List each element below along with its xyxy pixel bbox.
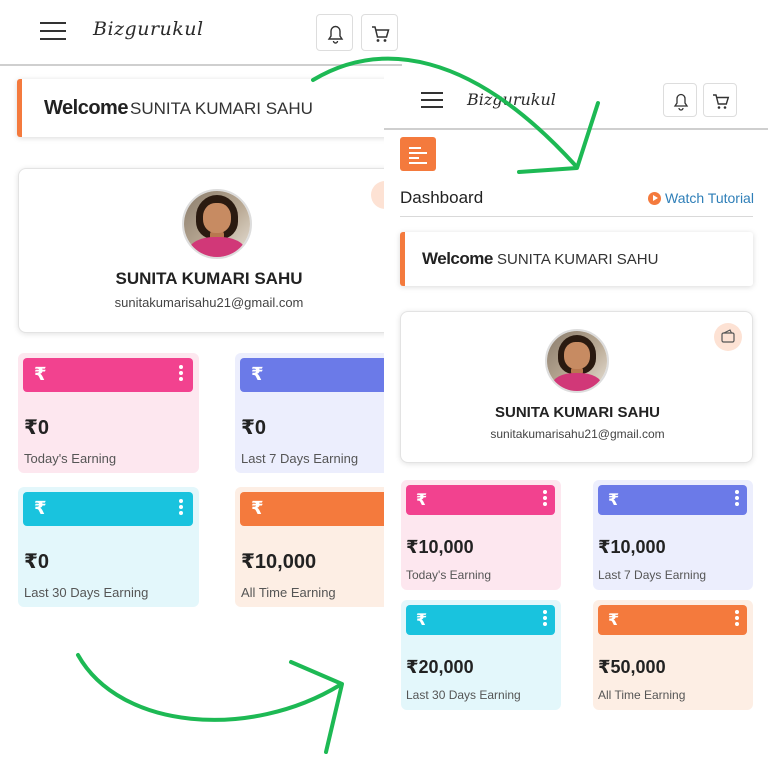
profile-name: SUNITA KUMARI SAHU <box>115 269 303 288</box>
page-title: Dashboard <box>400 188 484 207</box>
earning-amount: ₹0 <box>241 417 267 439</box>
rupee-icon: ₹ <box>416 492 428 509</box>
card-header: ₹ <box>598 485 747 515</box>
card-header: ₹ <box>240 492 402 526</box>
card-all-time-earning: ₹ ₹50,000 All Time Earning <box>593 600 753 710</box>
watch-tutorial-label: Watch Tutorial <box>665 190 754 206</box>
rupee-icon: ₹ <box>34 364 47 384</box>
more-options-icon[interactable] <box>543 490 547 508</box>
more-options-icon[interactable] <box>735 490 739 508</box>
earning-amount: ₹0 <box>24 417 50 439</box>
rupee-icon: ₹ <box>416 612 428 629</box>
bell-icon[interactable] <box>663 83 697 117</box>
rupee-icon: ₹ <box>251 498 264 518</box>
more-options-icon[interactable] <box>543 610 547 628</box>
brand-logo[interactable]: Bizgurukul <box>93 18 204 40</box>
card-header: ₹ <box>406 605 555 635</box>
earning-amount: ₹50,000 <box>598 657 666 677</box>
cart-icon[interactable] <box>361 14 398 51</box>
hamburger-menu-icon[interactable] <box>40 22 66 42</box>
card-header: ₹ <box>23 358 193 392</box>
card-last-7-days-earning: ₹ ₹0 Last 7 Days Earning <box>235 353 402 473</box>
profile-email: sunitakumarisahu21@gmail.com <box>490 427 665 441</box>
welcome-prefix: Welcome <box>44 97 128 119</box>
card-header: ₹ <box>23 492 193 526</box>
card-todays-earning: ₹ ₹10,000 Today's Earning <box>401 480 561 590</box>
brand-logo[interactable]: Bizgurukul <box>467 90 556 109</box>
profile-email: sunitakumarisahu21@gmail.com <box>114 295 304 310</box>
earning-amount: ₹10,000 <box>406 537 474 557</box>
welcome-banner: Welcome SUNITA KUMARI SAHU <box>400 232 753 286</box>
rupee-icon: ₹ <box>608 612 620 629</box>
welcome-banner: Welcome SUNITA KUMARI SAHU <box>17 79 402 137</box>
more-options-icon[interactable] <box>179 365 183 383</box>
card-last-30-days-earning: ₹ ₹0 Last 30 Days Earning <box>18 487 199 607</box>
card-todays-earning: ₹ ₹0 Today's Earning <box>18 353 199 473</box>
welcome-user-name: SUNITA KUMARI SAHU <box>130 99 313 118</box>
earning-amount: ₹20,000 <box>406 657 474 677</box>
screen-before: Bizgurukul Welcome SUNITA KUMARI SAHU SU… <box>0 0 402 768</box>
welcome-prefix: Welcome <box>422 249 493 268</box>
earning-label: Last 30 Days Earning <box>24 585 149 600</box>
avatar <box>182 189 252 259</box>
sidebar-toggle-button[interactable] <box>400 137 436 171</box>
card-header: ₹ <box>240 358 402 392</box>
profile-name: SUNITA KUMARI SAHU <box>495 404 660 421</box>
earning-label: All Time Earning <box>598 688 686 702</box>
play-icon <box>648 192 661 205</box>
screen-after: Bizgurukul Dashboard Watch Tutorial Welc… <box>384 66 768 768</box>
cart-icon[interactable] <box>703 83 737 117</box>
earning-label: Last 7 Days Earning <box>241 451 359 466</box>
card-last-7-days-earning: ₹ ₹10,000 Last 7 Days Earning <box>593 480 753 590</box>
rupee-icon: ₹ <box>34 498 47 518</box>
rupee-icon: ₹ <box>608 492 620 509</box>
card-header: ₹ <box>598 605 747 635</box>
profile-card: SUNITA KUMARI SAHU sunitakumarisahu21@gm… <box>400 311 753 463</box>
earning-label: Today's Earning <box>24 451 117 466</box>
bell-icon[interactable] <box>316 14 353 51</box>
earning-label: All Time Earning <box>241 585 336 600</box>
top-navbar: Bizgurukul <box>384 66 768 130</box>
profile-card: SUNITA KUMARI SAHU sunitakumarisahu21@gm… <box>18 168 402 333</box>
earning-amount: ₹10,000 <box>598 537 666 557</box>
divider <box>400 216 753 217</box>
more-options-icon[interactable] <box>179 499 183 517</box>
hamburger-menu-icon[interactable] <box>421 92 443 110</box>
card-header: ₹ <box>406 485 555 515</box>
rupee-icon: ₹ <box>251 364 264 384</box>
earning-label: Last 7 Days Earning <box>598 568 707 582</box>
earning-amount: ₹10,000 <box>241 551 317 573</box>
top-navbar: Bizgurukul <box>0 0 402 66</box>
more-options-icon[interactable] <box>735 610 739 628</box>
welcome-user-name: SUNITA KUMARI SAHU <box>497 251 659 268</box>
earning-label: Today's Earning <box>406 568 492 582</box>
card-all-time-earning: ₹ ₹10,000 All Time Earning <box>235 487 402 607</box>
avatar <box>545 329 609 393</box>
card-last-30-days-earning: ₹ ₹20,000 Last 30 Days Earning <box>401 600 561 710</box>
watch-tutorial-link[interactable]: Watch Tutorial <box>648 190 754 206</box>
earning-label: Last 30 Days Earning <box>406 688 521 702</box>
earning-amount: ₹0 <box>24 551 50 573</box>
wallet-icon[interactable] <box>714 323 742 351</box>
